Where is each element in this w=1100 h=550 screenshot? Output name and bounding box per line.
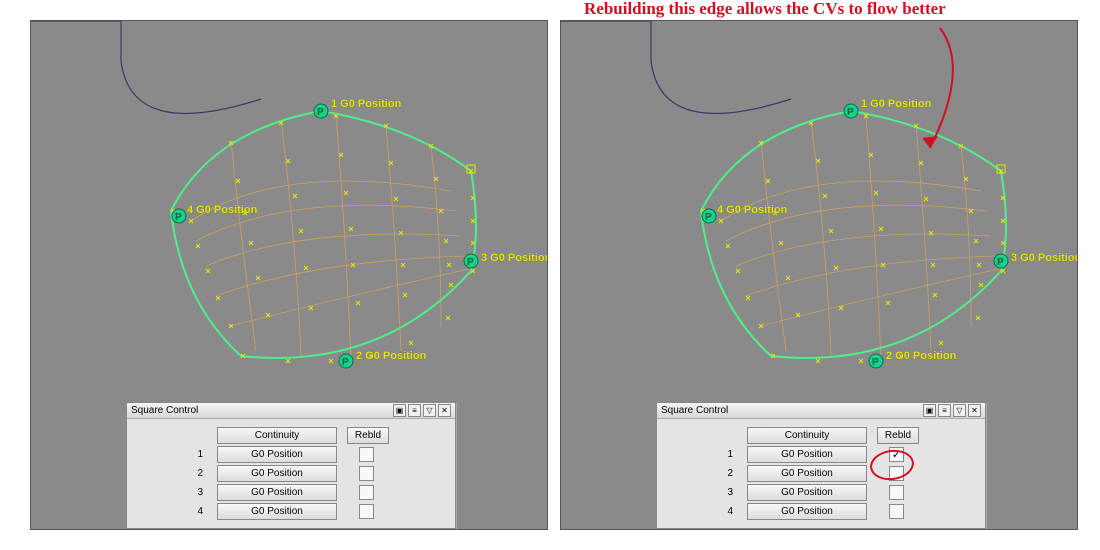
panel-titlebar[interactable]: Square Control ▣ ≡ ▽ ✕ (657, 403, 985, 419)
panel-title-text: Square Control (131, 405, 198, 416)
panel-pin-icon[interactable]: ▣ (393, 404, 406, 417)
edge-label-4: 4 G0 Position (187, 204, 258, 216)
rebld-check-3[interactable] (889, 485, 904, 500)
edge-label-1: 1 G0 Position (331, 98, 402, 110)
panel-close-icon[interactable]: ✕ (968, 404, 981, 417)
panel-close-icon[interactable]: ✕ (438, 404, 451, 417)
panel-menu-icon[interactable]: ≡ (408, 404, 421, 417)
rebld-check-4[interactable] (359, 504, 374, 519)
panel-dropdown-icon[interactable]: ▽ (423, 404, 436, 417)
edge-label-2: 2 G0 Position (886, 350, 957, 362)
rebld-check-1[interactable] (889, 447, 904, 462)
cv-points (171, 114, 475, 363)
annotation-text: Rebuilding this edge allows the CVs to f… (584, 0, 946, 19)
panel-title-text: Square Control (661, 405, 728, 416)
viewport-right[interactable]: P 1 G0 Position P 3 G0 Position P 2 G0 P… (560, 20, 1078, 530)
p-handle-3-label: P (467, 257, 474, 268)
continuity-button-2[interactable]: G0 Position (747, 465, 867, 482)
rebld-check-3[interactable] (359, 485, 374, 500)
panel-pin-icon[interactable]: ▣ (923, 404, 936, 417)
p-handle-2-label: P (342, 357, 349, 368)
rebld-check-2[interactable] (359, 466, 374, 481)
edge-label-4: 4 G0 Position (717, 204, 788, 216)
continuity-header-button[interactable]: Continuity (747, 427, 867, 444)
edge-label-3: 3 G0 Position (481, 252, 548, 264)
rebld-check-1[interactable] (359, 447, 374, 462)
p-handle-4-label: P (175, 212, 182, 223)
continuity-button-1[interactable]: G0 Position (217, 446, 337, 463)
panel-dropdown-icon[interactable]: ▽ (953, 404, 966, 417)
square-patch-left[interactable]: P 1 G0 Position P 3 G0 Position P 2 G0 P… (151, 101, 491, 361)
edge-label-1: 1 G0 Position (861, 98, 932, 110)
continuity-button-1[interactable]: G0 Position (747, 446, 867, 463)
continuity-button-4[interactable]: G0 Position (217, 503, 337, 520)
continuity-header-button[interactable]: Continuity (217, 427, 337, 444)
rebld-header-button[interactable]: Rebld (877, 427, 919, 444)
rebld-header-button[interactable]: Rebld (347, 427, 389, 444)
square-patch-right[interactable]: P 1 G0 Position P 3 G0 Position P 2 G0 P… (681, 101, 1021, 361)
cv-points (701, 114, 1005, 363)
row-num-2: 2 (137, 468, 217, 479)
row-num-2: 2 (667, 468, 747, 479)
row-num-4: 4 (667, 506, 747, 517)
svg-text:P: P (705, 212, 712, 223)
edge-label-3: 3 G0 Position (1011, 252, 1078, 264)
square-control-panel-right: Square Control ▣ ≡ ▽ ✕ Continuity Rebld … (656, 402, 986, 529)
edge-label-2: 2 G0 Position (356, 350, 427, 362)
row-num-4: 4 (137, 506, 217, 517)
continuity-button-3[interactable]: G0 Position (217, 484, 337, 501)
square-control-panel-left: Square Control ▣ ≡ ▽ ✕ Continuity Rebld … (126, 402, 456, 529)
rebld-check-4[interactable] (889, 504, 904, 519)
row-num-3: 3 (137, 487, 217, 498)
rebld-check-2[interactable] (889, 466, 904, 481)
svg-text:P: P (997, 257, 1004, 268)
row-num-1: 1 (137, 449, 217, 460)
row-num-1: 1 (667, 449, 747, 460)
svg-text:P: P (847, 107, 854, 118)
panel-menu-icon[interactable]: ≡ (938, 404, 951, 417)
row-num-3: 3 (667, 487, 747, 498)
continuity-button-2[interactable]: G0 Position (217, 465, 337, 482)
p-handle-1-label: P (317, 107, 324, 118)
continuity-button-3[interactable]: G0 Position (747, 484, 867, 501)
panel-titlebar[interactable]: Square Control ▣ ≡ ▽ ✕ (127, 403, 455, 419)
svg-text:P: P (872, 357, 879, 368)
viewport-left[interactable]: P 1 G0 Position P 3 G0 Position P 2 G0 P… (30, 20, 548, 530)
continuity-button-4[interactable]: G0 Position (747, 503, 867, 520)
